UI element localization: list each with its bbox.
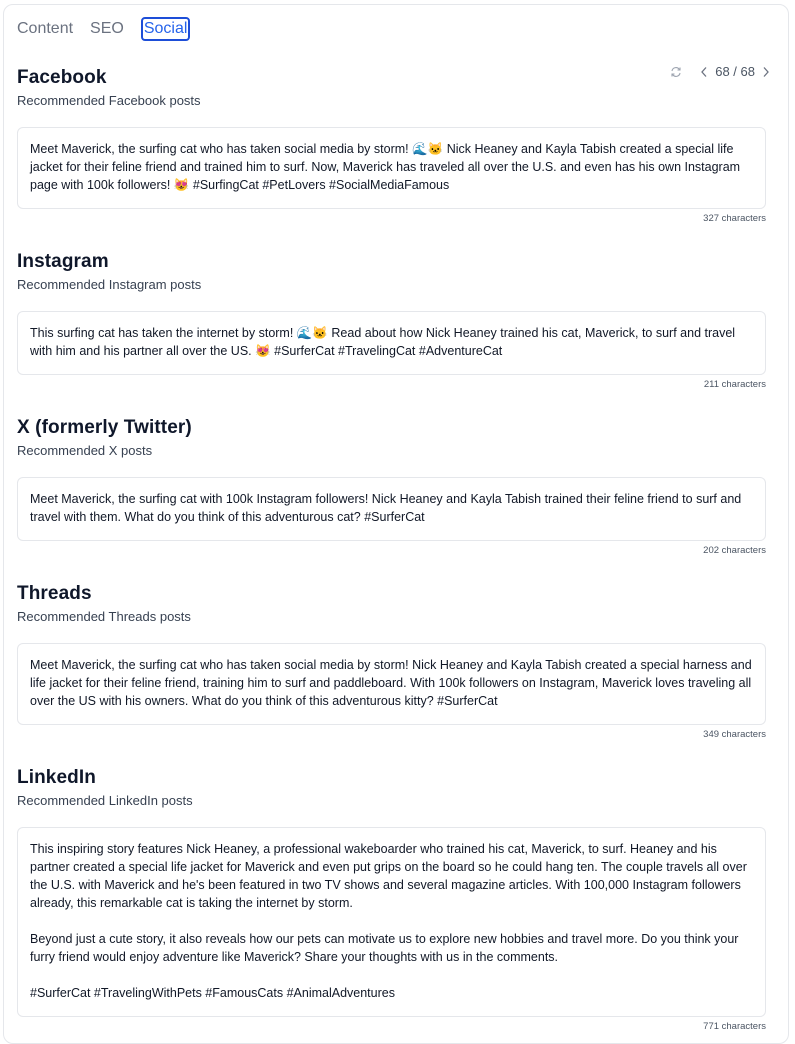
character-count: 327 characters (703, 213, 766, 224)
x-section: X (formerly Twitter) Recommended X posts… (17, 416, 766, 557)
section-title: X (formerly Twitter) (17, 417, 192, 438)
character-count: 202 characters (703, 545, 766, 556)
section-title: Instagram (17, 251, 109, 272)
character-count: 211 characters (703, 379, 766, 390)
section-subtitle: Recommended X posts (17, 443, 153, 458)
post-text[interactable]: Meet Maverick, the surfing cat who has t… (17, 643, 766, 725)
section-subtitle: Recommended LinkedIn posts (17, 793, 193, 808)
section-subtitle: Recommended Facebook posts (17, 93, 201, 108)
section-subtitle: Recommended Threads posts (17, 609, 191, 624)
threads-section: Threads Recommended Threads posts Meet M… (17, 582, 766, 741)
post-text[interactable]: This surfing cat has taken the internet … (17, 311, 766, 375)
tab-social[interactable]: Social (140, 17, 191, 41)
character-count: 771 characters (703, 1021, 766, 1032)
tab-bar: Content SEO Social (17, 16, 191, 42)
instagram-section: Instagram Recommended Instagram posts Th… (17, 250, 766, 391)
tab-seo[interactable]: SEO (90, 18, 124, 40)
linkedin-section: LinkedIn Recommended LinkedIn posts This… (17, 766, 766, 1033)
section-subtitle: Recommended Instagram posts (17, 277, 202, 292)
post-text[interactable]: Meet Maverick, the surfing cat with 100k… (17, 477, 766, 541)
tab-content[interactable]: Content (17, 18, 73, 40)
post-text[interactable]: This inspiring story features Nick Heane… (17, 827, 766, 1017)
character-count: 349 characters (703, 729, 766, 740)
section-title: Threads (17, 583, 92, 604)
facebook-section: Facebook Recommended Facebook posts Meet… (17, 66, 766, 225)
section-title: Facebook (17, 67, 107, 88)
post-text[interactable]: Meet Maverick, the surfing cat who has t… (17, 127, 766, 209)
section-title: LinkedIn (17, 767, 96, 788)
